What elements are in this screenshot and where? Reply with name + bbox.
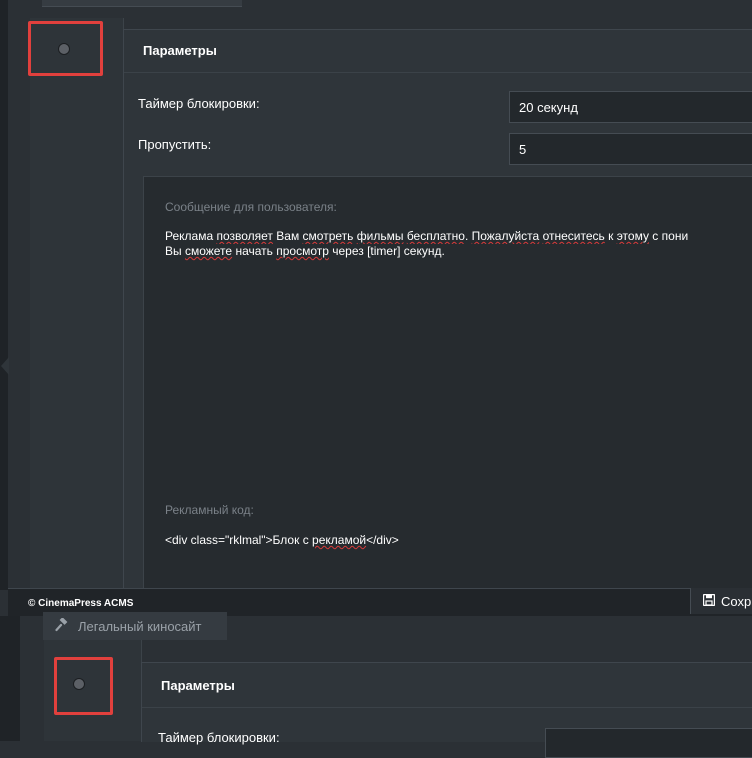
- floppy-disk-icon: [702, 593, 716, 609]
- tab-legal-cinema-site[interactable]: Легальный киносайт: [43, 612, 227, 640]
- lower-params-divider: [142, 707, 752, 708]
- tab-label: Легальный киносайт: [78, 618, 202, 634]
- left-rail: [0, 0, 8, 590]
- rail-collapse-arrow-icon[interactable]: [1, 357, 9, 375]
- save-label: Сохр: [721, 593, 752, 609]
- lock-timer-select[interactable]: 20 секунд: [509, 91, 752, 123]
- skip-label: Пропустить:: [138, 137, 212, 152]
- save-button[interactable]: Сохр: [690, 588, 752, 614]
- ad-code-label: Рекламный код:: [165, 503, 254, 517]
- message-label: Сообщение для пользователя:: [165, 200, 337, 214]
- ad-code-value[interactable]: <div class="rklmal">Блок с рекламой</div…: [165, 533, 399, 548]
- message-line-2: Вы сможете начать просмотр через [timer]…: [165, 244, 445, 258]
- enable-radio[interactable]: [58, 43, 70, 55]
- gavel-icon: [55, 616, 69, 635]
- upper-tab-edge: [42, 0, 242, 7]
- skip-input[interactable]: 5: [509, 133, 752, 165]
- lower-enable-radio[interactable]: [73, 678, 85, 690]
- lower-lock-timer-select[interactable]: [545, 728, 752, 758]
- message-line-1: Реклама позволяет Вам смотреть фильмы бе…: [165, 229, 689, 243]
- lock-timer-label: Таймер блокировки:: [138, 96, 260, 111]
- lower-params-title: Параметры: [161, 678, 235, 693]
- params-divider: [124, 72, 752, 73]
- lower-left-rail: [0, 616, 20, 741]
- params-title: Параметры: [143, 43, 217, 58]
- lower-lock-timer-label: Таймер блокировки:: [158, 730, 280, 745]
- footer-copyright: © CinemaPress ACMS: [28, 598, 134, 609]
- toggle-column: [30, 18, 124, 590]
